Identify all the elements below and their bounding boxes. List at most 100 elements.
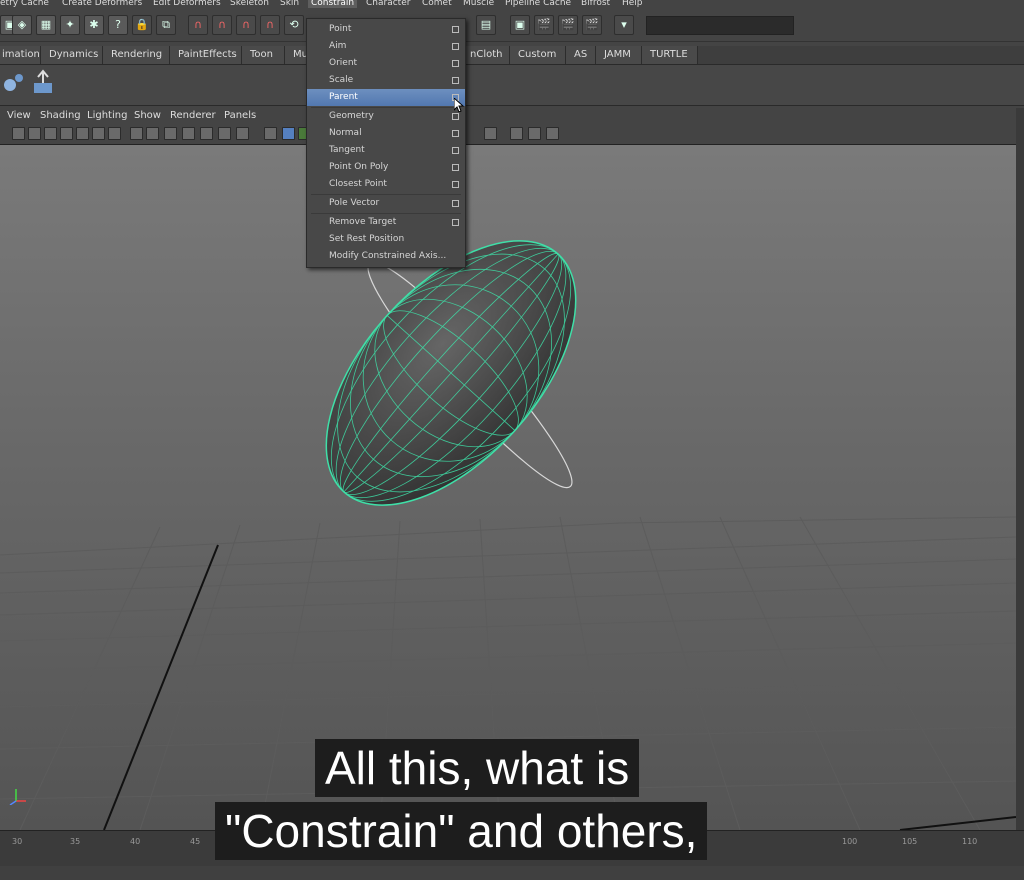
wireframe-icon[interactable] bbox=[130, 127, 143, 140]
bookmark-icon[interactable] bbox=[44, 127, 57, 140]
option-box-icon[interactable] bbox=[452, 26, 459, 33]
lasso-tool-icon[interactable]: ◈ bbox=[12, 15, 32, 35]
image-plane-icon[interactable] bbox=[60, 127, 73, 140]
isolate-icon[interactable] bbox=[264, 127, 277, 140]
shelf-tab-muscle[interactable]: Mu bbox=[285, 46, 308, 64]
panel-menu-show[interactable]: Show bbox=[134, 110, 161, 121]
lock-icon[interactable]: 🔒 bbox=[132, 15, 152, 35]
panel-menu-lighting[interactable]: Lighting bbox=[87, 110, 127, 121]
shelf-tab-toon[interactable]: Toon bbox=[242, 46, 285, 64]
emitter-icon[interactable] bbox=[30, 69, 58, 97]
menu-skin[interactable]: Skin bbox=[280, 0, 299, 8]
hud-icon[interactable] bbox=[484, 127, 497, 140]
render-view-icon[interactable]: ▣ bbox=[510, 15, 530, 35]
option-box-icon[interactable] bbox=[452, 77, 459, 84]
cube-icon[interactable] bbox=[510, 127, 523, 140]
option-box-icon[interactable] bbox=[452, 164, 459, 171]
film-gate-icon[interactable] bbox=[92, 127, 105, 140]
shelf-tab-painteffects[interactable]: PaintEffects bbox=[170, 46, 242, 64]
option-box-icon[interactable] bbox=[452, 200, 459, 207]
point-snap-icon[interactable]: ✱ bbox=[84, 15, 104, 35]
range-slider[interactable] bbox=[0, 866, 1024, 880]
menu-item-geometry[interactable]: Geometry bbox=[307, 108, 465, 125]
smooth-shade-icon[interactable] bbox=[146, 127, 159, 140]
shelf-tab-custom[interactable]: Custom bbox=[510, 46, 566, 64]
question-icon[interactable]: ? bbox=[108, 15, 128, 35]
magnet-icon[interactable]: ∩ bbox=[236, 15, 256, 35]
menu-item-parent[interactable]: Parent bbox=[307, 89, 465, 106]
menu-item-closest-point[interactable]: Closest Point bbox=[307, 176, 465, 193]
option-box-icon[interactable] bbox=[452, 113, 459, 120]
scene-canvas[interactable] bbox=[0, 145, 1016, 830]
option-box-icon[interactable] bbox=[452, 130, 459, 137]
shelf-tab-animation[interactable]: imation bbox=[0, 46, 41, 64]
option-box-icon[interactable] bbox=[452, 181, 459, 188]
grid-icon[interactable] bbox=[76, 127, 89, 140]
quick-command-field[interactable] bbox=[646, 16, 794, 35]
menu-item-tangent[interactable]: Tangent bbox=[307, 142, 465, 159]
menu-item-label: Scale bbox=[329, 75, 354, 85]
menu-item-orient[interactable]: Orient bbox=[307, 55, 465, 72]
textured-icon[interactable] bbox=[182, 127, 195, 140]
grid-snap-icon[interactable]: ▦ bbox=[36, 15, 56, 35]
text-icon[interactable] bbox=[236, 127, 249, 140]
option-box-icon[interactable] bbox=[452, 43, 459, 50]
history-icon[interactable]: ⧉ bbox=[156, 15, 176, 35]
menu-item-normal[interactable]: Normal bbox=[307, 125, 465, 142]
option-box-icon[interactable] bbox=[452, 219, 459, 226]
magnet-icon[interactable]: ∩ bbox=[212, 15, 232, 35]
menu-skeleton[interactable]: Skeleton bbox=[230, 0, 269, 8]
menu-item-pole-vector[interactable]: Pole Vector bbox=[307, 195, 465, 212]
right-scrollbar[interactable] bbox=[1016, 108, 1024, 830]
perspective-viewport[interactable] bbox=[0, 145, 1016, 830]
share-icon[interactable] bbox=[546, 127, 559, 140]
lights-icon[interactable] bbox=[200, 127, 213, 140]
menu-comet[interactable]: Comet bbox=[422, 0, 452, 8]
menu-item-set-rest-position[interactable]: Set Rest Position bbox=[307, 231, 465, 248]
menu-item-point-on-poly[interactable]: Point On Poly bbox=[307, 159, 465, 176]
menu-geometry-cache[interactable]: etry Cache bbox=[0, 0, 49, 8]
menu-help[interactable]: Help bbox=[622, 0, 643, 8]
panel-menu-renderer[interactable]: Renderer bbox=[170, 110, 216, 121]
frame-icon[interactable] bbox=[528, 127, 541, 140]
menu-item-modify-constrained-axis[interactable]: Modify Constrained Axis... bbox=[307, 248, 465, 265]
curve-snap-icon[interactable]: ✦ bbox=[60, 15, 80, 35]
option-box-icon[interactable] bbox=[452, 60, 459, 67]
shelf-tab-rendering[interactable]: Rendering bbox=[103, 46, 170, 64]
particle-icon[interactable] bbox=[0, 69, 28, 97]
shelf-tab-turtle[interactable]: TURTLE bbox=[642, 46, 698, 64]
magnet-icon[interactable]: ∩ bbox=[188, 15, 208, 35]
menu-item-aim[interactable]: Aim bbox=[307, 38, 465, 55]
menu-pipeline-cache[interactable]: Pipeline Cache bbox=[505, 0, 571, 8]
camera-attr-icon[interactable] bbox=[28, 127, 41, 140]
menu-item-remove-target[interactable]: Remove Target bbox=[307, 214, 465, 231]
menu-item-point[interactable]: Point bbox=[307, 21, 465, 38]
menu-character[interactable]: Character bbox=[366, 0, 410, 8]
shelf-tab-as[interactable]: AS bbox=[566, 46, 596, 64]
option-box-icon[interactable] bbox=[452, 147, 459, 154]
magnet-icon[interactable]: ∩ bbox=[260, 15, 280, 35]
shelf-tab-jamm[interactable]: JAMM bbox=[596, 46, 642, 64]
clapper-icon[interactable]: 🎬 bbox=[582, 15, 602, 35]
render-icon[interactable]: ▤ bbox=[476, 15, 496, 35]
camera-icon[interactable] bbox=[12, 127, 25, 140]
menu-create-deformers[interactable]: Create Deformers bbox=[62, 0, 142, 8]
input-mode-icon[interactable]: ▾ bbox=[614, 15, 634, 35]
panel-menu-panels[interactable]: Panels bbox=[224, 110, 256, 121]
resolution-gate-icon[interactable] bbox=[108, 127, 121, 140]
menu-constrain[interactable]: Constrain bbox=[308, 0, 358, 8]
menu-bifrost[interactable]: Bifrost bbox=[581, 0, 610, 8]
menu-item-scale[interactable]: Scale bbox=[307, 72, 465, 89]
xray-icon[interactable] bbox=[282, 127, 295, 140]
shadows-icon[interactable] bbox=[218, 127, 231, 140]
panel-menu-view[interactable]: View bbox=[7, 110, 31, 121]
shelf-tab-dynamics[interactable]: Dynamics bbox=[41, 46, 103, 64]
transform-icon[interactable]: ⟲ bbox=[284, 15, 304, 35]
clapper-icon[interactable]: 🎬 bbox=[534, 15, 554, 35]
menu-muscle[interactable]: Muscle bbox=[463, 0, 494, 8]
clapper-icon[interactable]: 🎬 bbox=[558, 15, 578, 35]
menu-edit-deformers[interactable]: Edit Deformers bbox=[153, 0, 221, 8]
panel-menu-shading[interactable]: Shading bbox=[40, 110, 81, 121]
shelf-tab-ncloth[interactable]: nCloth bbox=[462, 46, 510, 64]
shade-all-icon[interactable] bbox=[164, 127, 177, 140]
